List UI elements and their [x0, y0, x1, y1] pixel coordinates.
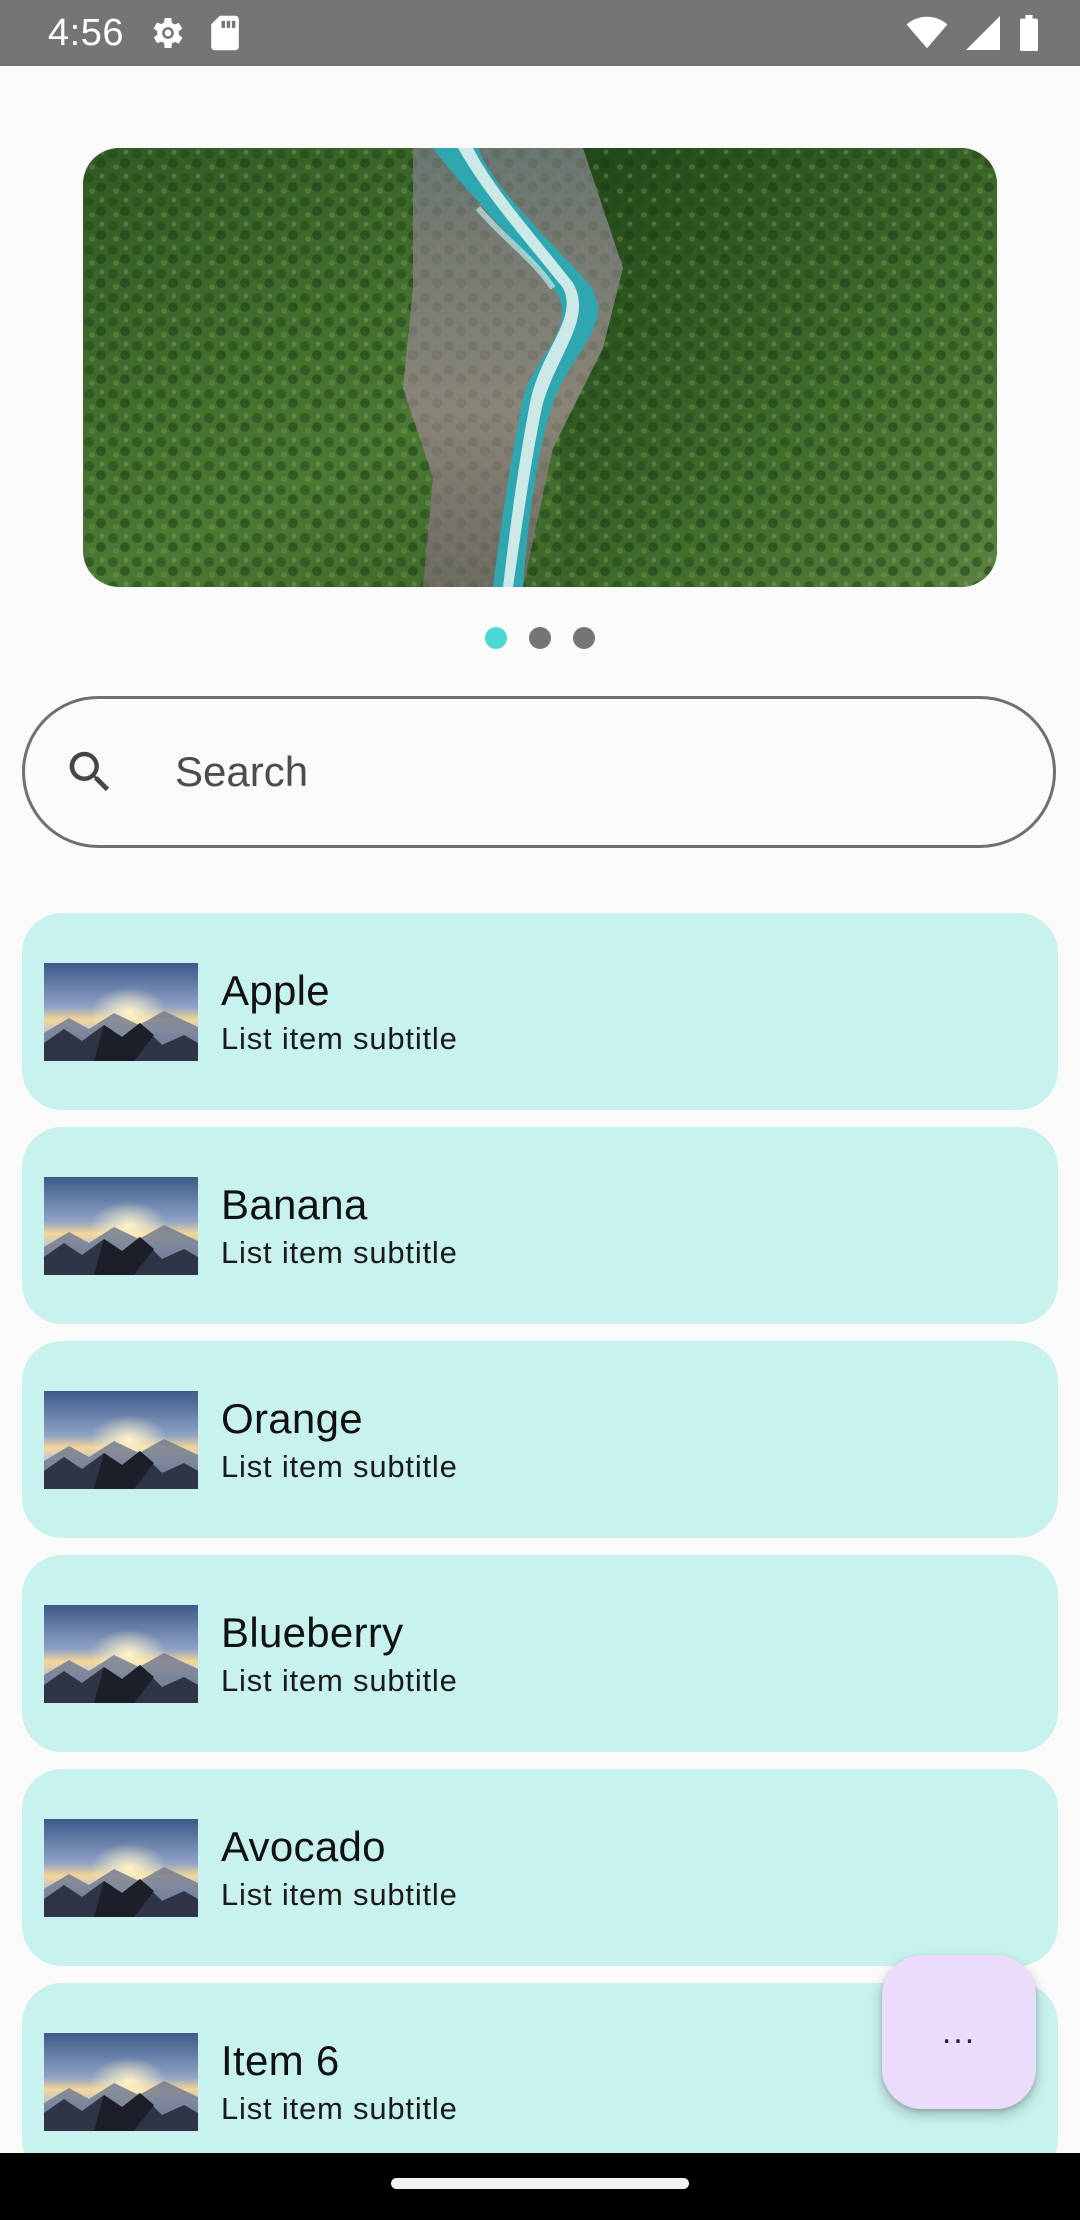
list-item-subtitle: List item subtitle	[221, 1662, 458, 1698]
list-item-text: Blueberry List item subtitle	[221, 1609, 458, 1699]
list-item-subtitle: List item subtitle	[221, 1448, 458, 1484]
list-item-subtitle: List item subtitle	[221, 1876, 458, 1912]
list-item-title: Orange	[221, 1394, 363, 1442]
list-item-title: Item 6	[221, 2036, 340, 2084]
list-item[interactable]: Blueberry List item subtitle	[22, 1555, 1058, 1752]
list-item-text: Banana List item subtitle	[221, 1181, 458, 1271]
list-item-title: Apple	[221, 966, 330, 1014]
list-item-subtitle: List item subtitle	[221, 2090, 458, 2126]
image-carousel[interactable]	[83, 148, 997, 587]
list-item-text: Orange List item subtitle	[221, 1395, 458, 1485]
settings-icon	[148, 13, 188, 53]
thumbnail-image	[44, 1605, 198, 1703]
list-item[interactable]: Banana List item subtitle	[22, 1127, 1058, 1324]
search-bar[interactable]	[22, 696, 1056, 848]
status-notification-icons	[148, 13, 242, 53]
page-dot-2[interactable]	[529, 627, 551, 649]
list-item-title: Blueberry	[221, 1608, 404, 1656]
app-screen: 4:56 Search Apple List item subtitle Ban…	[0, 0, 1080, 2220]
home-gesture-handle[interactable]	[391, 2178, 689, 2189]
page-dot-1[interactable]	[485, 627, 507, 649]
status-bar: 4:56	[0, 0, 1080, 66]
list-item[interactable]: Avocado List item subtitle	[22, 1769, 1058, 1966]
thumbnail-image	[44, 1391, 198, 1489]
thumbnail-image	[44, 2033, 198, 2131]
list-item-subtitle: List item subtitle	[221, 1234, 458, 1270]
more-options-fab[interactable]: ...	[882, 1955, 1036, 2109]
status-system-icons	[906, 15, 1040, 51]
search-icon[interactable]	[63, 745, 117, 799]
signal-icon	[966, 16, 1000, 50]
status-time: 4:56	[48, 11, 124, 54]
list-item-text: Item 6 List item subtitle	[221, 2037, 458, 2127]
list-item[interactable]: Orange List item subtitle	[22, 1341, 1058, 1538]
navigation-bar	[0, 2153, 1080, 2220]
thumbnail-image	[44, 1177, 198, 1275]
battery-icon	[1018, 15, 1040, 51]
list-item-text: Avocado List item subtitle	[221, 1823, 458, 1913]
thumbnail-image	[44, 963, 198, 1061]
carousel-image-river-forest	[83, 148, 997, 587]
search-input[interactable]	[173, 747, 977, 797]
list-item-text: Apple List item subtitle	[221, 967, 458, 1057]
carousel-page-indicator	[0, 627, 1080, 649]
list-item-subtitle: List item subtitle	[221, 1020, 458, 1056]
thumbnail-image	[44, 1819, 198, 1917]
list-item-title: Avocado	[221, 1822, 386, 1870]
page-dot-3[interactable]	[573, 627, 595, 649]
more-horizontal-icon: ...	[941, 2012, 977, 2051]
list-item-title: Banana	[221, 1180, 368, 1228]
sd-card-icon	[208, 14, 242, 52]
list-item[interactable]: Apple List item subtitle	[22, 913, 1058, 1110]
wifi-icon	[906, 16, 948, 50]
